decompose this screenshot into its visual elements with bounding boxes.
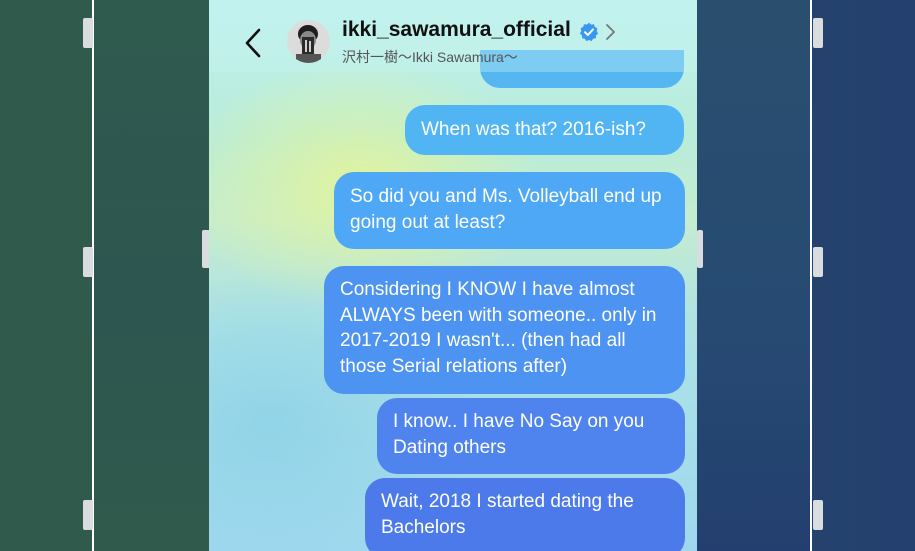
frame-tick xyxy=(813,247,823,277)
display-name: 沢村一樹〜Ikki Sawamura〜 xyxy=(342,49,518,65)
chat-header: ikki_sawamura_official 沢村一樹〜Ikki Sawamur… xyxy=(209,0,697,72)
left-frame xyxy=(92,0,211,551)
chevron-right-icon[interactable] xyxy=(604,23,616,41)
verified-badge-icon xyxy=(579,22,599,42)
frame-tick xyxy=(83,247,93,277)
frame-tick xyxy=(83,18,93,48)
frame-tick xyxy=(813,500,823,530)
chevron-left-icon xyxy=(245,28,261,58)
message-bubble: When was that? 2016-ish? xyxy=(405,105,684,155)
back-button[interactable] xyxy=(239,26,267,60)
username[interactable]: ikki_sawamura_official xyxy=(342,18,571,42)
frame-tick xyxy=(83,500,93,530)
frame-tick xyxy=(697,230,703,268)
message-bubble: Considering I KNOW I have almost ALWAYS … xyxy=(324,266,685,394)
avatar[interactable] xyxy=(287,20,330,63)
message-bubble: So did you and Ms. Volleyball end up goi… xyxy=(334,172,685,249)
right-frame xyxy=(697,0,812,551)
message-bubble: I know.. I have No Say on you Dating oth… xyxy=(377,398,685,474)
message-bubble: Wait, 2018 I started dating the Bachelor… xyxy=(365,478,685,551)
chat-screen: When was that? 2016-ish? So did you and … xyxy=(209,0,697,551)
frame-tick xyxy=(813,18,823,48)
